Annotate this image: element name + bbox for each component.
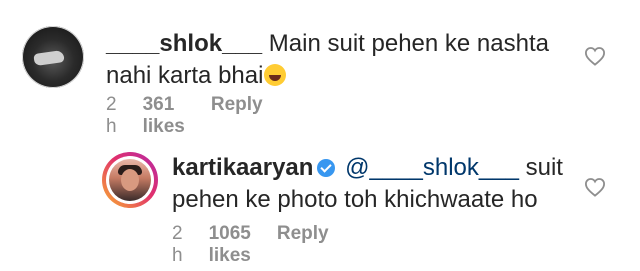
verified-badge-icon: [317, 159, 336, 177]
comment-2-reply-button[interactable]: Reply: [277, 223, 329, 267]
avatar-shlok[interactable]: [22, 26, 84, 88]
comment-2-time[interactable]: 2 h: [172, 223, 183, 267]
like-heart-icon[interactable]: [584, 177, 606, 197]
comment-2-username[interactable]: kartikaaryan: [172, 154, 313, 181]
comment-1-time[interactable]: 2 h: [106, 94, 117, 138]
avatar-image: [33, 49, 65, 67]
comment-2-mention[interactable]: @____shlok___: [345, 154, 519, 181]
avatar-image: [109, 159, 151, 201]
tears-of-joy-emoji-icon: [264, 64, 287, 86]
like-heart-icon[interactable]: [584, 46, 606, 66]
comment-2-meta: 2 h 1065 likes Reply: [172, 223, 329, 267]
avatar-kartikaaryan[interactable]: [106, 156, 154, 204]
comment-1-meta: 2 h 361 likes Reply: [106, 94, 263, 138]
comment-1-reply-button[interactable]: Reply: [211, 94, 263, 138]
comment-2-body: kartikaaryan @____shlok___ suit pehen ke…: [172, 152, 572, 216]
comment-1-username[interactable]: ____shlok___: [106, 30, 262, 57]
avatar-face: [121, 169, 139, 191]
comment-1-body: ____shlok___ Main suit pehen ke nashta n…: [106, 28, 576, 92]
comment-1-likes[interactable]: 361 likes: [143, 94, 185, 138]
comment-2-likes[interactable]: 1065 likes: [209, 223, 251, 267]
